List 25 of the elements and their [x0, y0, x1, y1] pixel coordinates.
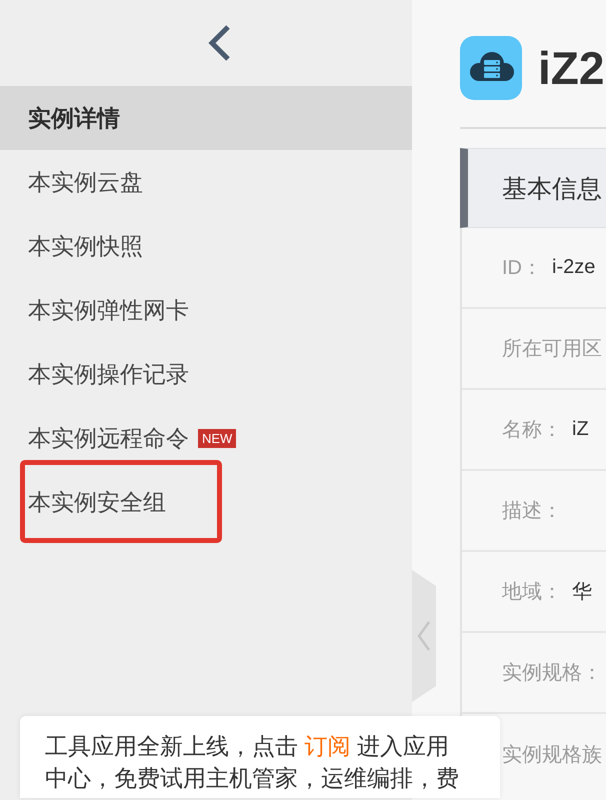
- section-header: 基本信息: [460, 148, 606, 228]
- instance-title: iZ2: [538, 41, 604, 95]
- sidebar-item[interactable]: 本实例安全组: [0, 470, 412, 534]
- field-label: 描述：: [502, 499, 562, 524]
- notice-text: 工具应用全新上线，点击 订阅 进入应用中心，免费试用主机管家，运维编排，费: [45, 732, 460, 793]
- sidebar-item[interactable]: 本实例操作记录: [0, 342, 412, 406]
- field-label: 地域：: [502, 580, 562, 605]
- field-label: 实例规格族: [502, 743, 602, 768]
- sidebar-item[interactable]: 本实例快照: [0, 214, 412, 278]
- sidebar-item[interactable]: 本实例远程命令 NEW: [0, 406, 412, 470]
- field-label: 所在可用区: [502, 337, 602, 362]
- new-badge: NEW: [198, 428, 236, 448]
- field-label: 实例规格：: [502, 661, 602, 686]
- sidebar-item[interactable]: 实例详情: [0, 86, 412, 150]
- field-value: 华: [572, 580, 592, 605]
- sidebar-item[interactable]: 本实例弹性网卡: [0, 278, 412, 342]
- field-value: iZ: [572, 418, 589, 441]
- cloud-server-icon: [460, 36, 522, 100]
- chevron-left-icon: [208, 24, 232, 62]
- sidebar-item[interactable]: 本实例云盘: [0, 150, 412, 214]
- chevron-left-icon: [417, 620, 431, 652]
- field-label: 名称：: [502, 418, 562, 443]
- field-value: i-2ze: [552, 256, 596, 279]
- back-button[interactable]: [208, 24, 232, 62]
- field-label: ID：: [502, 256, 542, 281]
